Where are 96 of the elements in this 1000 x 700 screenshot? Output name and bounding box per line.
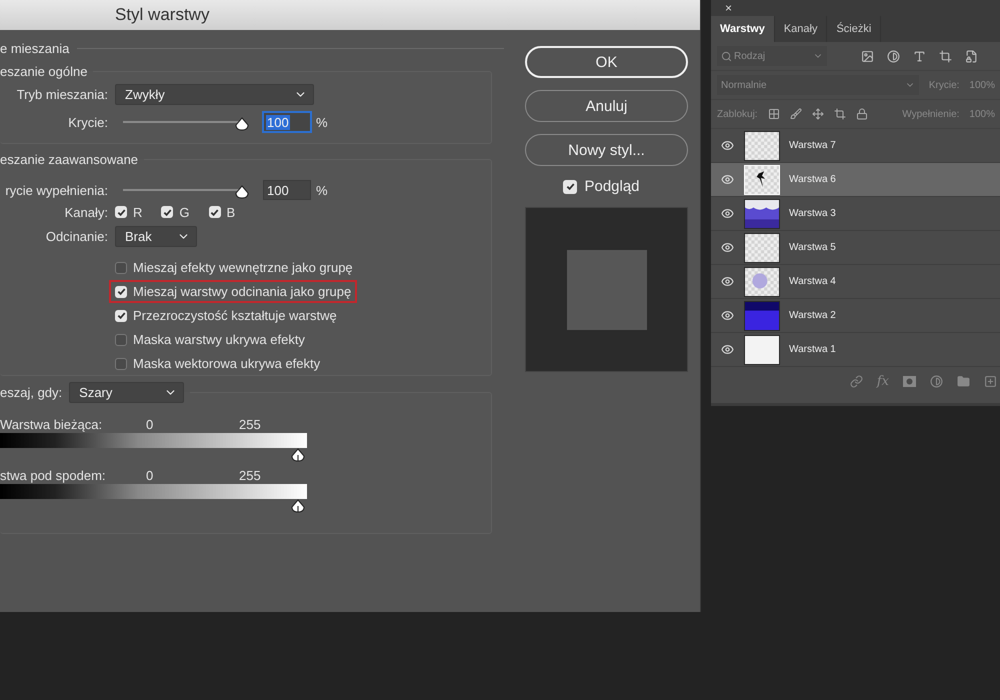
channel-checkbox[interactable]: R	[115, 204, 142, 220]
link-icon[interactable]	[850, 374, 863, 388]
panel-tab[interactable]: Warstwy	[711, 16, 775, 42]
layer-row[interactable]: Warstwa 5	[711, 231, 1000, 265]
option-checkbox[interactable]: Mieszaj efekty wewnętrzne jako grupę	[109, 256, 359, 279]
mask-icon[interactable]	[903, 376, 916, 386]
eye-icon[interactable]	[721, 207, 734, 220]
layer-name: Warstwa 5	[789, 242, 836, 253]
eye-icon[interactable]	[721, 343, 734, 356]
search-icon	[721, 50, 732, 62]
range-value: 255	[239, 416, 262, 432]
layer-thumbnail	[744, 164, 780, 194]
close-button[interactable]: ×	[725, 2, 732, 14]
option-checkbox[interactable]: Maska warstwy ukrywa efekty	[109, 328, 311, 351]
layer-thumbnail	[744, 334, 780, 364]
layer-row[interactable]: Warstwa 1	[711, 333, 1000, 367]
layer-row[interactable]: Warstwa 4	[711, 265, 1000, 299]
layer-thumbnail	[744, 232, 780, 262]
field-label: eszaj, gdy:	[0, 385, 62, 400]
field-label: Krycie:	[928, 80, 960, 90]
range-value: 0	[146, 468, 154, 482]
eye-icon[interactable]	[721, 275, 734, 288]
layer-thumbnail	[744, 198, 780, 228]
field-label: Wypełnienie:	[902, 108, 960, 120]
field-label: Zablokuj:	[717, 108, 758, 120]
brush-icon[interactable]	[790, 108, 802, 120]
checkmark-icon	[162, 208, 172, 216]
eye-icon[interactable]	[721, 241, 734, 254]
knockout-dropdown[interactable]: Brak	[115, 226, 197, 246]
range-value: 255	[239, 468, 262, 482]
dialog-button[interactable]: OK	[525, 46, 688, 78]
field-label: Tryb mieszania:	[16, 86, 108, 102]
checkmark-icon	[116, 311, 126, 320]
field-label: Krycie:	[67, 114, 108, 130]
group-heading: eszanie ogólne	[0, 64, 88, 79]
crop-icon[interactable]	[834, 108, 846, 120]
number-field[interactable]: 100	[263, 112, 311, 132]
slider-thumb[interactable]	[235, 185, 249, 199]
channel-checkbox[interactable]: B	[208, 204, 236, 220]
slider-thumb[interactable]	[291, 448, 305, 462]
checkmark-icon	[566, 182, 575, 191]
grid-icon[interactable]	[768, 108, 780, 120]
layer-name: Warstwa 3	[789, 208, 836, 219]
group-heading: eszanie zaawansowane	[0, 152, 138, 167]
channel-checkbox[interactable]: G	[161, 204, 190, 220]
field-label: Odcinanie:	[44, 228, 108, 244]
eye-icon[interactable]	[721, 173, 734, 186]
blend-if-dropdown[interactable]: Szary	[69, 382, 184, 403]
layer-row[interactable]: Warstwa 3	[711, 197, 1000, 231]
checkmark-icon	[210, 208, 220, 216]
slider-thumb[interactable]	[235, 117, 249, 131]
folder-icon[interactable]	[957, 374, 970, 388]
layer-name: Warstwa 2	[789, 310, 836, 321]
type-icon[interactable]	[913, 50, 926, 62]
layer-row[interactable]: Warstwa 6	[711, 163, 1000, 197]
option-checkbox[interactable]: Maska wektorowa ukrywa efekty	[109, 352, 326, 375]
field-label: stwa pod spodem:	[0, 468, 107, 482]
file-lock-icon[interactable]	[965, 50, 978, 62]
layer-name: Warstwa 6	[789, 174, 836, 185]
move-icon[interactable]	[812, 108, 824, 120]
option-checkbox[interactable]: Mieszaj warstwy odcinania jako grupę	[109, 280, 358, 303]
panel-tab[interactable]: Kanały	[774, 16, 828, 42]
slider-thumb[interactable]	[291, 499, 305, 513]
half-circle-icon[interactable]	[887, 50, 900, 62]
add-icon[interactable]	[984, 374, 997, 388]
eye-icon[interactable]	[721, 139, 734, 152]
layer-name: Warstwa 1	[789, 344, 836, 355]
field-label: Kanały:	[64, 204, 108, 220]
eye-icon[interactable]	[721, 309, 734, 322]
layer-thumbnail	[744, 266, 780, 296]
unit-label: %	[316, 114, 328, 130]
layer-thumbnail	[744, 130, 780, 160]
checkmark-icon	[116, 208, 126, 216]
field-label: Warstwa bieżąca:	[0, 416, 104, 432]
dialog-button[interactable]: Anuluj	[525, 90, 688, 122]
unit-label: %	[316, 182, 328, 198]
option-checkbox[interactable]: Przezroczystość kształtuje warstwę	[109, 304, 343, 327]
panel-tab[interactable]: Ścieżki	[827, 16, 882, 42]
layer-name: Warstwa 7	[789, 140, 836, 151]
image-icon[interactable]	[861, 50, 874, 62]
layer-row[interactable]: Warstwa 2	[711, 299, 1000, 333]
range-value: 0	[146, 416, 154, 432]
field-label: rycie wypełnienia:	[4, 182, 108, 198]
crop-icon[interactable]	[939, 50, 952, 62]
dialog-button[interactable]: Nowy styl...	[525, 134, 688, 166]
layer-name: Warstwa 4	[789, 276, 836, 287]
blend-mode-dropdown[interactable]: Zwykły	[115, 84, 314, 104]
number-field[interactable]: 100	[263, 180, 311, 200]
layer-thumbnail	[744, 300, 780, 330]
section-heading: e mieszania	[0, 40, 70, 56]
half-circle-icon[interactable]	[930, 374, 943, 388]
checkmark-icon	[116, 287, 126, 296]
lock-icon[interactable]	[856, 108, 868, 120]
preview-checkbox[interactable]: Podgląd	[515, 178, 688, 195]
layer-row[interactable]: Warstwa 7	[711, 129, 1000, 163]
window-title: Styl warstwy	[115, 5, 210, 25]
